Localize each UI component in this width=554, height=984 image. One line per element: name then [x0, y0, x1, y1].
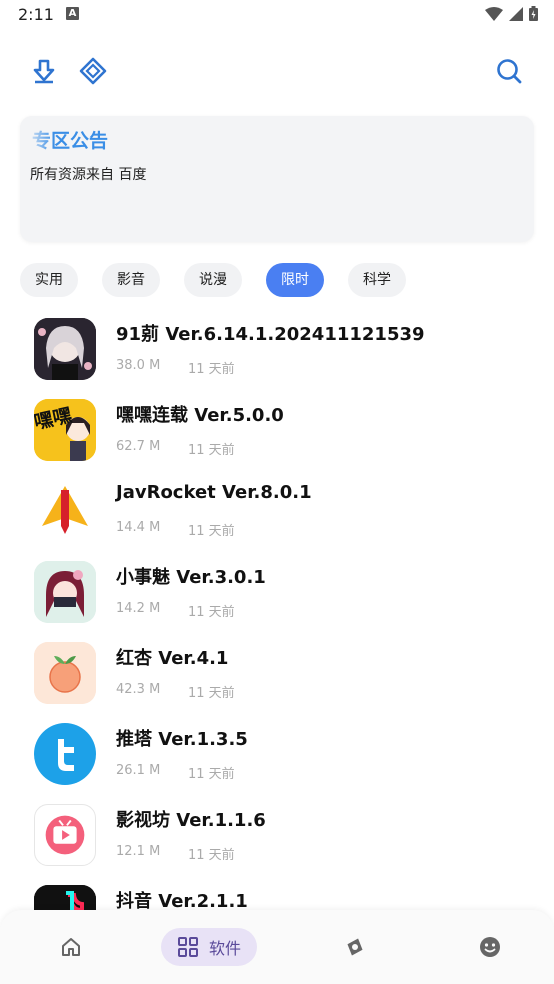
- app-name: 91莂 Ver.6.14.1.202411121539: [116, 324, 425, 345]
- app-name: JavRocket Ver.8.0.1: [116, 482, 312, 503]
- nav-software-label: 软件: [209, 939, 242, 958]
- peach-icon: [34, 642, 96, 704]
- nav-home[interactable]: [56, 928, 86, 966]
- ninja-girl-icon: [34, 561, 96, 623]
- app-list-item[interactable]: 红杏 Ver.4.1 42.3 M 11 天前: [0, 639, 554, 709]
- diamond-icon[interactable]: [78, 56, 108, 86]
- app-name: 小事魅 Ver.3.0.1: [116, 567, 266, 588]
- app-updated-time: 11 天前: [188, 848, 235, 863]
- twitter-t-icon: [34, 723, 96, 785]
- app-size: 62.7 M: [116, 439, 161, 454]
- status-bar: 2:11 A: [0, 0, 554, 30]
- category-tabs: 实用 影音 说漫 限时 科学: [20, 263, 406, 299]
- app-list-item[interactable]: JavRocket Ver.8.0.1 14.4 M 11 天前: [0, 477, 554, 547]
- app-updated-time: 11 天前: [188, 605, 235, 620]
- app-name: 红杏 Ver.4.1: [116, 648, 229, 669]
- tab-yingyin[interactable]: 影音: [102, 263, 160, 297]
- grid-icon: [178, 937, 198, 957]
- battery-icon: [529, 6, 538, 21]
- signal-icon: [509, 6, 523, 21]
- app-size: 12.1 M: [116, 844, 161, 859]
- nav-explore[interactable]: [340, 928, 370, 966]
- tab-kexue[interactable]: 科学: [348, 263, 406, 297]
- app-updated-time: 11 天前: [188, 443, 235, 458]
- tv-play-icon: [34, 804, 96, 866]
- app-updated-time: 11 天前: [188, 686, 235, 701]
- notice-card: 专区公告 所有资源来自 百度: [20, 116, 534, 242]
- app-size: 42.3 M: [116, 682, 161, 697]
- app-name: 影视坊 Ver.1.1.6: [116, 810, 266, 831]
- app-size: 14.4 M: [116, 520, 161, 535]
- tab-shiyong[interactable]: 实用: [20, 263, 78, 297]
- home-icon: [62, 938, 80, 956]
- app-updated-time: 11 天前: [188, 362, 235, 377]
- app-list-item[interactable]: 推塔 Ver.1.3.5 26.1 M 11 天前: [0, 720, 554, 790]
- app-name: 推塔 Ver.1.3.5: [116, 729, 248, 750]
- notice-text: 所有资源来自 百度: [30, 167, 147, 183]
- search-icon[interactable]: [494, 56, 524, 86]
- app-list-item[interactable]: 嘿嘿 嘿嘿连载 Ver.5.0.0 62.7 M 11 天前: [0, 396, 554, 466]
- app-list: 91莂 Ver.6.14.1.202411121539 38.0 M 11 天前…: [0, 315, 554, 915]
- app-size: 38.0 M: [116, 358, 161, 373]
- status-notification-icon: A: [66, 7, 79, 20]
- app-list-item[interactable]: 91莂 Ver.6.14.1.202411121539 38.0 M 11 天前: [0, 315, 554, 385]
- wifi-icon: [485, 6, 503, 21]
- app-updated-time: 11 天前: [188, 767, 235, 782]
- app-updated-time: 11 天前: [188, 524, 235, 539]
- app-avatar-icon: [34, 318, 96, 380]
- tab-xianshi[interactable]: 限时: [266, 263, 324, 297]
- download-icon[interactable]: [29, 56, 59, 86]
- bottom-nav: 软件: [0, 910, 554, 984]
- app-name: 嘿嘿连载 Ver.5.0.0: [116, 405, 284, 426]
- nav-software[interactable]: 软件: [161, 928, 257, 966]
- status-time: 2:11: [18, 5, 54, 24]
- rocket-icon: [34, 480, 96, 542]
- app-size: 14.2 M: [116, 601, 161, 616]
- tab-shuoman[interactable]: 说漫: [184, 263, 242, 297]
- app-list-item[interactable]: 影视坊 Ver.1.1.6 12.1 M 11 天前: [0, 801, 554, 871]
- smiley-icon: [480, 937, 500, 957]
- app-list-item[interactable]: 小事魅 Ver.3.0.1 14.2 M 11 天前: [0, 558, 554, 628]
- nav-profile[interactable]: [475, 928, 505, 966]
- app-size: 26.1 M: [116, 763, 161, 778]
- status-icons: [485, 6, 538, 21]
- app-comic-icon: 嘿嘿: [34, 399, 96, 461]
- compass-icon: [347, 938, 363, 956]
- notice-marquee-fade: [20, 116, 54, 156]
- toolbar: [0, 50, 554, 94]
